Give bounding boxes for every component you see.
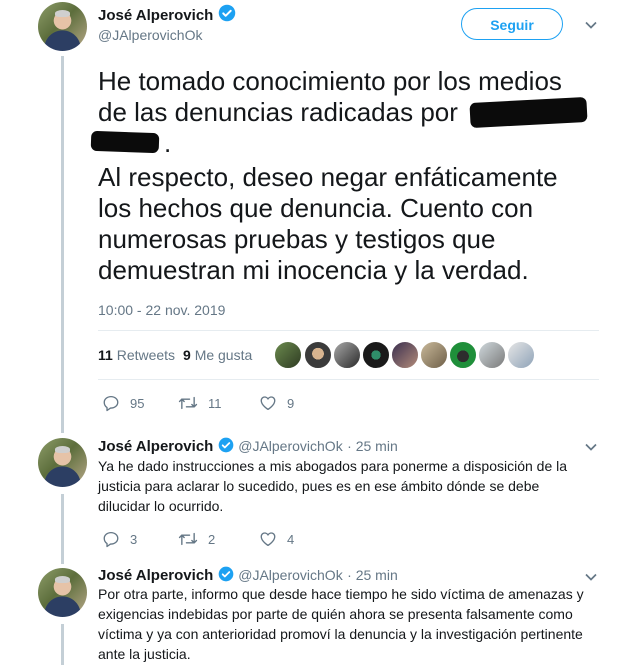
retweet-action[interactable]: 2 <box>178 530 215 548</box>
likes-label: Me gusta <box>194 347 253 363</box>
author-name[interactable]: José Alperovich <box>98 567 213 584</box>
liker-avatar[interactable] <box>507 341 535 369</box>
author-handle[interactable]: @JAlperovichOk <box>238 438 342 454</box>
reply-action[interactable]: 95 <box>102 394 144 412</box>
retweet-action[interactable]: 11 <box>178 394 222 412</box>
tweet-text-line: demuestran mi inocencia y la verdad. <box>98 255 529 285</box>
reply-icon <box>103 531 119 548</box>
like-count: 4 <box>287 531 295 547</box>
verified-badge-icon <box>218 4 236 26</box>
liker-avatar[interactable] <box>420 341 448 369</box>
heart-icon <box>260 396 276 411</box>
chevron-down-icon[interactable] <box>585 443 597 451</box>
chevron-down-icon[interactable] <box>585 573 597 581</box>
avatar[interactable] <box>38 438 87 487</box>
thread-line <box>61 624 64 665</box>
liker-avatar[interactable] <box>333 341 361 369</box>
liker-avatar[interactable] <box>362 341 390 369</box>
author-name[interactable]: José Alperovich <box>98 438 213 455</box>
thread-line <box>61 494 64 564</box>
reply-action[interactable]: 3 <box>102 530 137 548</box>
reply-text: Por otra parte, informo que desde hace t… <box>98 586 584 662</box>
tweet-text-line: los hechos que denuncia. Cuento con <box>98 193 534 223</box>
tweet-text-line: Al respecto, deseo negar enfáticamente <box>98 162 558 192</box>
tweet-text-line: . <box>164 128 172 158</box>
like-count: 9 <box>287 395 295 411</box>
liker-avatar[interactable] <box>304 341 332 369</box>
reply-time[interactable]: · 25 min <box>347 567 398 583</box>
reply-count: 95 <box>130 395 145 411</box>
retweet-icon <box>178 532 198 546</box>
author-handle[interactable]: @JAlperovichOk <box>98 27 202 43</box>
author-name[interactable]: José Alperovich <box>98 4 236 26</box>
tweet-text-line: He tomado conocimiento por los medios <box>98 66 562 96</box>
retweet-icon <box>178 396 198 410</box>
thread-line <box>61 56 64 433</box>
like-action[interactable]: 9 <box>259 394 294 412</box>
retweets-label: Retweets <box>116 347 176 363</box>
retweets-stat[interactable]: 11 Retweets <box>98 347 175 363</box>
tweet-text-line: de las denuncias radicadas por <box>98 97 458 127</box>
redaction-mark <box>469 96 588 129</box>
reply-time[interactable]: · 25 min <box>347 438 398 454</box>
likes-stat[interactable]: 9 Me gusta <box>183 347 252 363</box>
tweet-timestamp[interactable]: 10:00 - 22 nov. 2019 <box>98 302 225 318</box>
reply-text: Ya he dado instrucciones a mis abogados … <box>98 458 568 514</box>
divider <box>98 330 599 331</box>
likes-count: 9 <box>183 347 191 363</box>
redaction-mark <box>90 130 160 154</box>
retweet-count: 11 <box>208 395 222 411</box>
reply-count: 3 <box>130 531 138 547</box>
divider <box>98 379 599 380</box>
author-handle[interactable]: @JAlperovichOk <box>238 567 342 583</box>
heart-icon <box>260 532 276 547</box>
follow-button[interactable]: Seguir <box>461 8 563 40</box>
avatar[interactable] <box>38 2 87 51</box>
liker-avatar[interactable] <box>478 341 506 369</box>
avatar[interactable] <box>38 568 87 617</box>
reply-header: José Alperovich @JAlperovichOk · 25 min <box>98 437 398 458</box>
liker-avatar[interactable] <box>274 341 302 369</box>
chevron-down-icon[interactable] <box>585 21 597 29</box>
verified-badge-icon <box>218 437 234 458</box>
retweets-count: 11 <box>98 347 113 363</box>
reply-icon <box>103 395 119 412</box>
like-action[interactable]: 4 <box>259 530 294 548</box>
retweet-count: 2 <box>208 531 216 547</box>
tweet-text-line: numerosas pruebas y testigos que <box>98 224 496 254</box>
liker-avatar[interactable] <box>449 341 477 369</box>
liker-avatar[interactable] <box>391 341 419 369</box>
